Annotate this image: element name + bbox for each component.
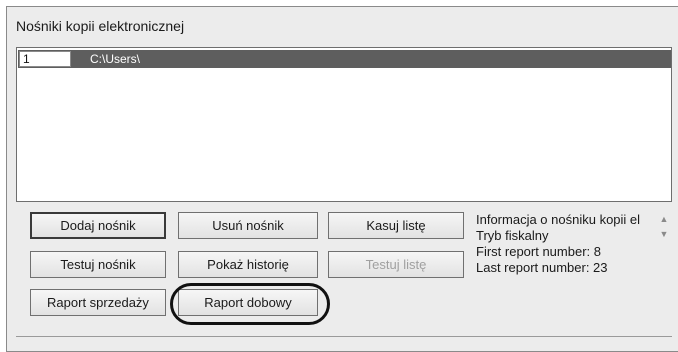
info-line-first-report: First report number: 8 (476, 244, 601, 259)
media-info-panel: Informacja o nośniku kopii el Tryb fiska… (476, 212, 656, 276)
list-item[interactable]: 1 C:\Users\ (18, 50, 671, 68)
test-list-button: Testuj listę (328, 251, 464, 278)
triangle-up-icon[interactable]: ▲ (656, 212, 672, 227)
info-scrollbar[interactable]: ▲ ▼ (656, 212, 672, 242)
clear-list-button[interactable]: Kasuj listę (328, 212, 464, 239)
media-listbox[interactable]: 1 C:\Users\ (16, 47, 672, 202)
info-line-mode: Tryb fiskalny (476, 228, 549, 243)
triangle-down-icon[interactable]: ▼ (656, 227, 672, 242)
status-divider (16, 336, 672, 337)
show-history-button[interactable]: Pokaż historię (178, 251, 318, 278)
test-media-button[interactable]: Testuj nośnik (30, 251, 166, 278)
info-line-last-report: Last report number: 23 (476, 260, 608, 275)
sales-report-button[interactable]: Raport sprzedaży (30, 289, 166, 316)
daily-report-button[interactable]: Raport dobowy (178, 289, 318, 316)
dialog-title: Nośniki kopii elektronicznej (16, 18, 185, 34)
add-media-button[interactable]: Dodaj nośnik (30, 212, 166, 239)
info-line-media: Informacja o nośniku kopii el (476, 212, 641, 227)
remove-media-button[interactable]: Usuń nośnik (178, 212, 318, 239)
list-item-path: C:\Users\ (90, 52, 141, 66)
list-item-index[interactable]: 1 (19, 51, 71, 67)
